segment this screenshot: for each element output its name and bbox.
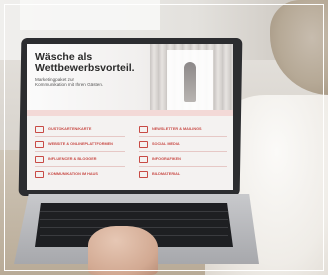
photo: Wäsche als Wettbewerbsvorteil. Marketing… bbox=[0, 0, 328, 275]
photo-frame bbox=[4, 4, 324, 271]
